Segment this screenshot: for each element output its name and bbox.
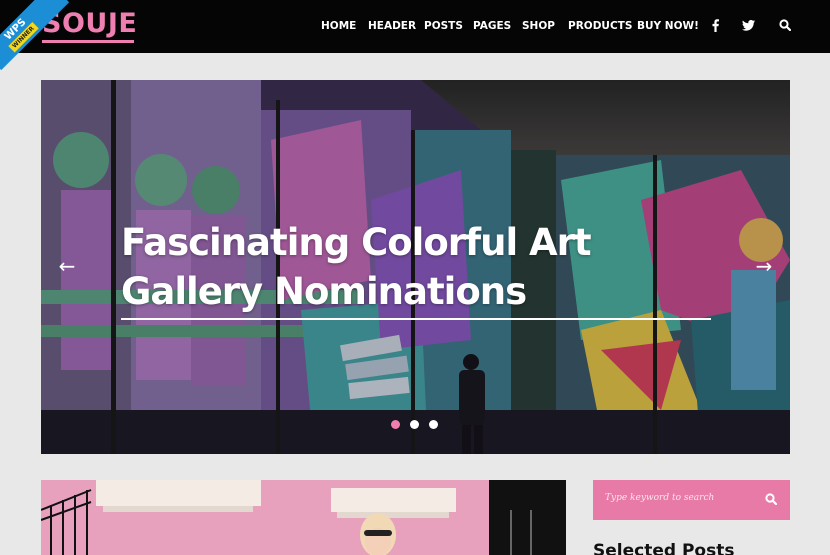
nav-item-header[interactable]: HEADER [368, 20, 416, 32]
search-input[interactable] [605, 493, 755, 503]
prev-arrow-icon[interactable]: ← [56, 256, 78, 276]
nav-item-products[interactable]: PRODUCTS [568, 20, 632, 32]
nav-item-posts[interactable]: POSTS [424, 20, 463, 32]
hero-title-line-2: Gallery Nominations [121, 270, 527, 313]
hero-title[interactable]: Fascinating Colorful Art Gallery Nominat… [121, 218, 641, 316]
nav-item-pages[interactable]: PAGES [473, 20, 511, 32]
nav-item-home[interactable]: HOME [321, 20, 356, 32]
search-icon[interactable] [778, 18, 792, 32]
logo-underline [42, 40, 134, 43]
top-navbar: SOUJE HOME HEADER POSTS PAGES SHOP PRODU… [0, 0, 830, 53]
selected-posts-title: Selected Posts [593, 541, 735, 555]
nav-item-buy-now[interactable]: BUY NOW! [637, 20, 699, 32]
nav-item-shop[interactable]: SHOP [522, 20, 555, 32]
search-submit-icon[interactable] [765, 492, 779, 506]
slider-dot-3[interactable] [429, 420, 438, 429]
slider-pagination [391, 420, 438, 429]
hero-divider [121, 318, 711, 320]
next-arrow-icon[interactable]: → [753, 256, 775, 276]
sidebar-search [593, 480, 790, 520]
slider-dot-1[interactable] [391, 420, 400, 429]
slider-dot-2[interactable] [410, 420, 419, 429]
hero-title-line-1: Fascinating Colorful Art [121, 221, 592, 264]
twitter-icon[interactable] [741, 18, 755, 32]
featured-post-image[interactable] [41, 480, 566, 555]
hero-slider: Fascinating Colorful Art Gallery Nominat… [41, 80, 790, 454]
facebook-icon[interactable] [708, 18, 722, 32]
